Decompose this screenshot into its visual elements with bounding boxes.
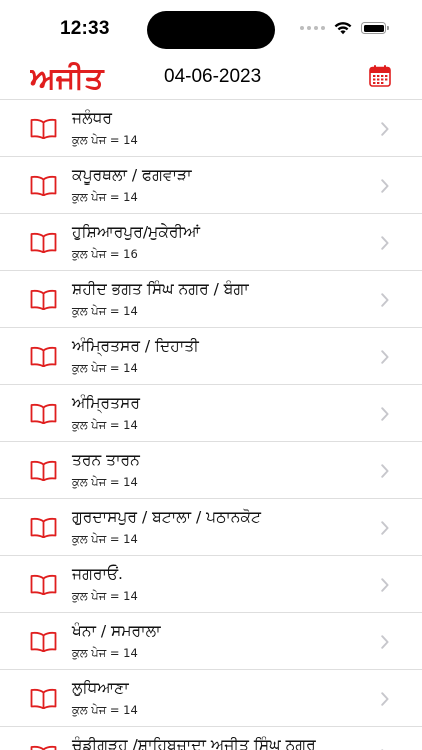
edition-page-count: ਕੁਲ ਪੇਜ = 14: [72, 646, 138, 660]
open-book-icon: [30, 289, 57, 310]
edition-page-count: ਕੁਲ ਪੇਜ = 14: [72, 532, 138, 546]
edition-page-count: ਕੁਲ ਪੇਜ = 14: [72, 361, 138, 375]
chevron-right-icon: [381, 407, 389, 421]
chevron-right-icon: [381, 122, 389, 136]
wifi-icon: [334, 22, 352, 35]
edition-row[interactable]: ਅੰਮ੍ਰਿਤਸਰ ਕੁਲ ਪੇਜ = 14: [0, 384, 422, 441]
edition-page-count: ਕੁਲ ਪੇਜ = 14: [72, 190, 138, 204]
edition-page-count: ਕੁਲ ਪੇਜ = 14: [72, 304, 138, 318]
chevron-right-icon: [381, 350, 389, 364]
edition-row[interactable]: ਕਪੂਰਥਲਾ / ਫਗਵਾੜਾ ਕੁਲ ਪੇਜ = 14: [0, 156, 422, 213]
edition-title: ਅੰਮ੍ਰਿਤਸਰ: [72, 394, 140, 412]
edition-row[interactable]: ਜਗਰਾਓਂ. ਕੁਲ ਪੇਜ = 14: [0, 555, 422, 612]
open-book-icon: [30, 631, 57, 652]
status-bar: 12:33: [0, 0, 422, 56]
calendar-icon[interactable]: [368, 64, 392, 88]
open-book-icon: [30, 232, 57, 253]
edition-row[interactable]: ਖੰਨਾ / ਸਮਰਾਲਾ ਕੁਲ ਪੇਜ = 14: [0, 612, 422, 669]
app-header: ਅਜੀਤ 04-06-2023: [0, 56, 422, 98]
edition-title: ਗੁਰਦਾਸਪੁਰ / ਬਟਾਲਾ / ਪਠਾਨਕੋਟ: [72, 508, 261, 526]
logo-text: ਅਜੀਤ: [30, 61, 105, 96]
open-book-icon: [30, 118, 57, 139]
open-book-icon: [30, 346, 57, 367]
edition-row[interactable]: ਹੁਸ਼ਿਆਰਪੁਰ/ਮੁਕੇਰੀਆਂ ਕੁਲ ਪੇਜ = 16: [0, 213, 422, 270]
ajit-logo: ਅਜੀਤ: [30, 61, 105, 96]
edition-page-count: ਕੁਲ ਪੇਜ = 14: [72, 703, 138, 717]
battery-icon: [361, 22, 389, 34]
edition-list: ਜਲੰਧਰ ਕੁਲ ਪੇਜ = 14 ਕਪੂਰਥਲਾ / ਫਗਵਾੜਾ ਕੁਲ …: [0, 99, 422, 750]
edition-title: ਜਗਰਾਓਂ.: [72, 565, 123, 583]
edition-row[interactable]: ਲੁਧਿਆਣਾ ਕੁਲ ਪੇਜ = 14: [0, 669, 422, 726]
edition-page-count: ਕੁਲ ਪੇਜ = 14: [72, 475, 138, 489]
edition-row[interactable]: ਗੁਰਦਾਸਪੁਰ / ਬਟਾਲਾ / ਪਠਾਨਕੋਟ ਕੁਲ ਪੇਜ = 14: [0, 498, 422, 555]
chevron-right-icon: [381, 578, 389, 592]
edition-title: ਸ਼ਹੀਦ ਭਗਤ ਸਿੰਘ ਨਗਰ / ਬੰਗਾ: [72, 280, 249, 298]
edition-title: ਖੰਨਾ / ਸਮਰਾਲਾ: [72, 622, 161, 640]
edition-row[interactable]: ਚੰਡੀਗੜ੍ਹ /ਸ਼ਾਹਿਬਜ਼ਾਦਾ ਅਜੀਤ ਸਿੰਘ ਨਗਰ: [0, 726, 422, 750]
chevron-right-icon: [381, 236, 389, 250]
edition-page-count: ਕੁਲ ਪੇਜ = 14: [72, 589, 138, 603]
edition-row[interactable]: ਜਲੰਧਰ ਕੁਲ ਪੇਜ = 14: [0, 99, 422, 156]
edition-title: ਹੁਸ਼ਿਆਰਪੁਰ/ਮੁਕੇਰੀਆਂ: [72, 223, 201, 241]
edition-page-count: ਕੁਲ ਪੇਜ = 14: [72, 133, 138, 147]
chevron-right-icon: [381, 293, 389, 307]
edition-title: ਚੰਡੀਗੜ੍ਹ /ਸ਼ਾਹਿਬਜ਼ਾਦਾ ਅਜੀਤ ਸਿੰਘ ਨਗਰ: [72, 736, 316, 750]
signal-dots-icon: [300, 26, 325, 30]
open-book-icon: [30, 403, 57, 424]
status-time: 12:33: [60, 18, 110, 39]
edition-row[interactable]: ਅੰਮ੍ਰਿਤਸਰ / ਦਿਹਾਤੀ ਕੁਲ ਪੇਜ = 14: [0, 327, 422, 384]
open-book-icon: [30, 688, 57, 709]
edition-title: ਜਲੰਧਰ: [72, 109, 112, 127]
edition-page-count: ਕੁਲ ਪੇਜ = 16: [72, 247, 138, 261]
chevron-right-icon: [381, 464, 389, 478]
open-book-icon: [30, 574, 57, 595]
edition-title: ਅੰਮ੍ਰਿਤਸਰ / ਦਿਹਾਤੀ: [72, 337, 199, 355]
open-book-icon: [30, 175, 57, 196]
edition-title: ਤਰਨ ਤਾਰਨ: [72, 451, 140, 469]
open-book-icon: [30, 745, 57, 750]
open-book-icon: [30, 460, 57, 481]
edition-row[interactable]: ਸ਼ਹੀਦ ਭਗਤ ਸਿੰਘ ਨਗਰ / ਬੰਗਾ ਕੁਲ ਪੇਜ = 14: [0, 270, 422, 327]
dynamic-island: [147, 11, 275, 49]
chevron-right-icon: [381, 179, 389, 193]
chevron-right-icon: [381, 692, 389, 706]
edition-title: ਕਪੂਰਥਲਾ / ਫਗਵਾੜਾ: [72, 166, 192, 184]
edition-date[interactable]: 04-06-2023: [164, 66, 261, 88]
chevron-right-icon: [381, 521, 389, 535]
open-book-icon: [30, 517, 57, 538]
edition-title: ਲੁਧਿਆਣਾ: [72, 679, 129, 697]
edition-row[interactable]: ਤਰਨ ਤਾਰਨ ਕੁਲ ਪੇਜ = 14: [0, 441, 422, 498]
chevron-right-icon: [381, 635, 389, 649]
edition-page-count: ਕੁਲ ਪੇਜ = 14: [72, 418, 138, 432]
status-icons: [300, 21, 389, 35]
